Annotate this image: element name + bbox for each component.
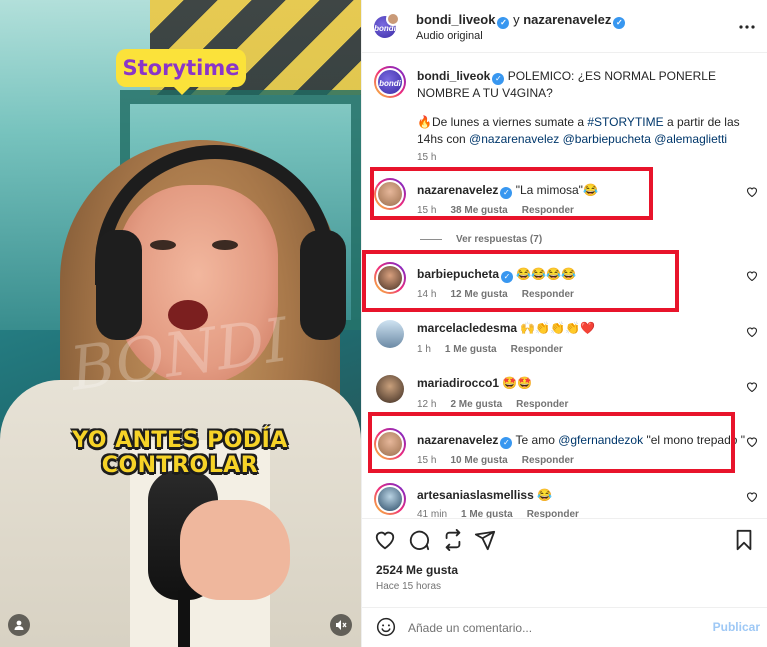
comment-author[interactable]: mariadirocco1 (417, 376, 499, 390)
header-user-1[interactable]: bondi_liveok (416, 12, 495, 27)
like-comment-button[interactable] (746, 436, 758, 450)
video-caption: YO ANTES PODÍA CONTROLAR (30, 428, 330, 478)
hand (180, 500, 290, 600)
audio-original-link[interactable]: Audio original (416, 30, 483, 42)
heart-icon (746, 382, 758, 393)
view-replies-label: Ver respuestas (7) (456, 234, 543, 245)
verified-icon: ✓ (497, 17, 510, 29)
comments-list[interactable]: bondi_liveok✓ POLEMICO: ¿ES NORMAL PONER… (362, 54, 767, 518)
like-comment-button[interactable] (746, 491, 758, 505)
reply-button[interactable]: Responder (511, 344, 563, 355)
headphone-cup-right (300, 230, 346, 340)
header-usernames: bondi_liveok ✓ y nazarenavelez ✓ (416, 12, 626, 29)
heart-icon (746, 437, 758, 448)
right-eye (212, 240, 238, 250)
like-comment-button[interactable] (746, 326, 758, 340)
verified-icon: ✓ (613, 17, 626, 29)
more-horizontal-icon (739, 25, 755, 29)
bookmark-icon (736, 529, 752, 551)
mute-button[interactable] (330, 614, 352, 636)
like-comment-button[interactable] (746, 186, 758, 200)
comment-time: 12 h (417, 399, 437, 410)
repost-icon (445, 529, 461, 551)
headphone-cup-left (96, 230, 142, 340)
comment-text: 🤩🤩 (502, 376, 533, 390)
highlight-box (362, 250, 679, 312)
heart-icon (746, 271, 758, 282)
avatar-bondi (376, 68, 404, 96)
comment-likes[interactable]: 1 Me gusta (461, 509, 513, 518)
comment-likes[interactable]: 1 Me gusta (445, 344, 497, 355)
verified-icon: ✓ (492, 73, 505, 85)
storytime-badge: Storytime (116, 49, 246, 95)
emoji-button[interactable] (376, 617, 398, 639)
like-button[interactable] (374, 529, 398, 553)
avatar-ring[interactable] (374, 66, 406, 98)
comment-item: artesaniaslasmelliss 😂 41 min 1 Me gusta R… (362, 479, 767, 518)
more-options-button[interactable] (739, 12, 755, 35)
reply-button[interactable]: Responder (527, 509, 579, 518)
mention-link[interactable]: @nazarenavelez (469, 132, 559, 146)
avatar-nazarena[interactable] (386, 12, 400, 26)
comment-author[interactable]: marcelacledesma (417, 321, 517, 335)
heart-icon (746, 492, 758, 503)
comment-likes[interactable]: 2 Me gusta (450, 399, 502, 410)
mention-link[interactable]: @alemaglietti (654, 132, 727, 146)
heart-icon (375, 531, 395, 550)
comment-text: 😂 (537, 488, 553, 502)
view-replies-button[interactable]: Ver respuestas (7) (420, 234, 620, 245)
comment-input[interactable] (408, 618, 698, 638)
comment-text: 🙌👏👏👏❤️ (520, 321, 596, 335)
avatar-ring[interactable] (374, 483, 406, 515)
emoji-smile-icon (376, 617, 396, 637)
post-panel: bondi_liveok✓ y nazarenavelez✓ Audio ori… (361, 0, 767, 647)
header-joiner: y (513, 12, 520, 27)
likes-count[interactable]: 2524 Me gusta (376, 563, 458, 577)
tagged-users-button[interactable] (8, 614, 30, 636)
like-comment-button[interactable] (746, 270, 758, 284)
comment-bubble-icon (409, 530, 430, 551)
caption-line-1: YO ANTES PODÍA (72, 428, 288, 453)
comment-composer: Publicar (362, 607, 767, 647)
reel-video[interactable]: BONDI Storytime YO ANTES PODÍA CONTROLAR (0, 0, 361, 647)
post-timestamp[interactable]: Hace 15 horas (376, 581, 441, 592)
post-time: 15 h (417, 152, 437, 163)
send-icon (474, 530, 496, 551)
heart-icon (746, 187, 758, 198)
left-eye (150, 240, 176, 250)
avatar-marcela[interactable] (376, 320, 404, 348)
comment-time: 41 min (417, 509, 448, 518)
avatar-artesanias (376, 485, 404, 513)
post-text-2-pre: 🔥De lunes a viernes sumate a (417, 115, 588, 129)
comment-button[interactable] (408, 529, 432, 553)
post-header: bondi_liveok✓ y nazarenavelez✓ Audio ori… (362, 0, 767, 53)
heart-icon (746, 327, 758, 338)
publish-button[interactable]: Publicar (713, 620, 760, 634)
like-comment-button[interactable] (746, 381, 758, 395)
microphone-stand (178, 590, 190, 647)
mention-link[interactable]: @barbiepucheta (563, 132, 651, 146)
reply-button[interactable]: Responder (516, 399, 568, 410)
highlight-box (368, 412, 735, 473)
caption-line-2: CONTROLAR (101, 453, 259, 478)
replies-divider (420, 238, 442, 240)
post-author[interactable]: bondi_liveok (417, 69, 490, 83)
remix-button[interactable] (442, 529, 466, 553)
hashtag-link[interactable]: #STORYTIME (587, 115, 663, 129)
speaker-muted-icon (336, 620, 347, 630)
highlight-box (370, 167, 653, 220)
save-button[interactable] (734, 529, 758, 553)
comment-author[interactable]: artesaniaslasmelliss (417, 488, 534, 502)
post-actions: 2524 Me gusta Hace 15 horas Publicar (362, 518, 767, 647)
avatar-maria[interactable] (376, 375, 404, 403)
comment-item: marcelacledesma 🙌👏👏👏❤️ 1 h 1 Me gusta Resp… (362, 314, 767, 364)
header-user-2[interactable]: nazarenavelez (523, 12, 611, 27)
comment-time: 1 h (417, 344, 431, 355)
user-icon (14, 620, 24, 630)
share-button[interactable] (474, 529, 498, 553)
